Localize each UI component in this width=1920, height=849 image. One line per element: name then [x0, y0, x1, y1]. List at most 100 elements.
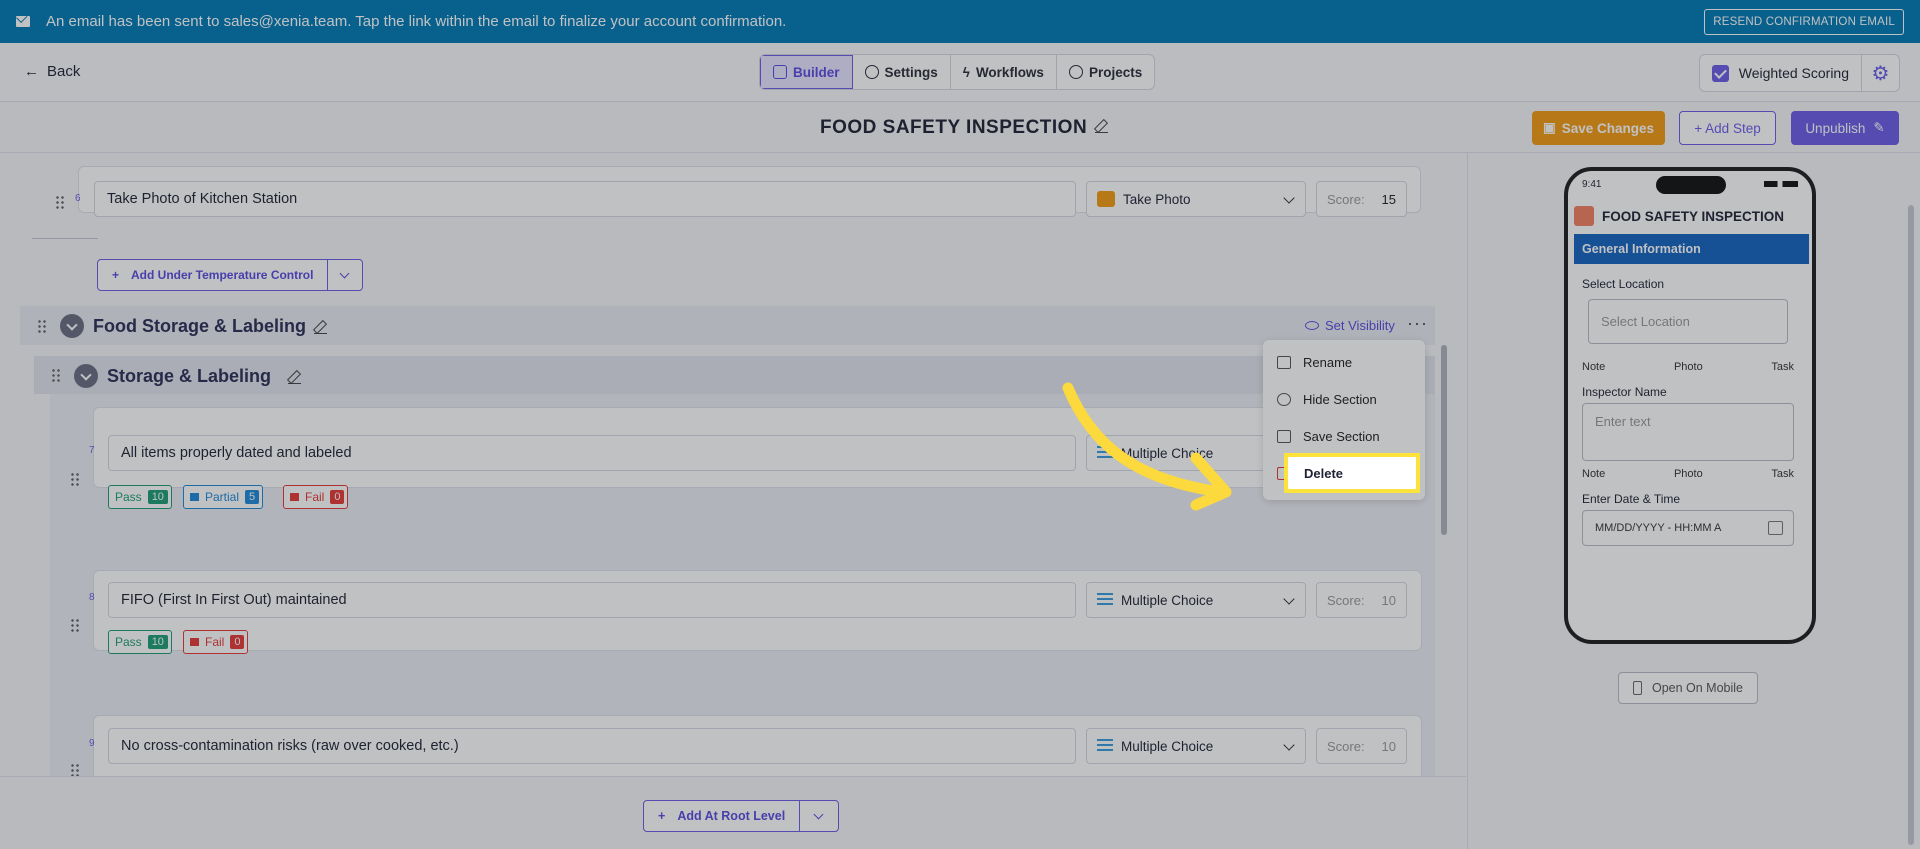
menu-item-rename[interactable]: Rename [1277, 355, 1352, 370]
note-action[interactable]: Note [1582, 468, 1605, 480]
inspector-name-field[interactable]: Enter text [1582, 403, 1794, 461]
more-options-icon[interactable]: ··· [1407, 313, 1428, 334]
question-input[interactable]: Take Photo of Kitchen Station [94, 181, 1076, 217]
menu-item-label: Hide Section [1303, 392, 1377, 407]
dynamic-island [1656, 176, 1726, 194]
score-label: Score: [1327, 191, 1365, 207]
task-action[interactable]: Task [1771, 468, 1794, 480]
unpublish-label: Unpublish [1805, 120, 1866, 136]
tab-label: Workflows [975, 64, 1044, 80]
add-under-button[interactable]: + Add Under Temperature Control [97, 259, 364, 291]
pencil-icon [1277, 356, 1291, 369]
back-button[interactable]: ← Back [24, 63, 80, 80]
weighted-scoring-label: Weighted Scoring [1738, 65, 1849, 81]
gear-icon [864, 65, 879, 79]
menu-item-label: Save Section [1303, 429, 1380, 444]
list-icon [1097, 593, 1113, 607]
tab-workflows[interactable]: ϟ Workflows [951, 55, 1057, 89]
section-title: Food Storage & Labeling [93, 316, 307, 336]
score-input[interactable]: Score: 10 [1316, 728, 1407, 764]
question-type-select[interactable]: Multiple Choice [1086, 728, 1306, 764]
photo-action[interactable]: Photo [1674, 468, 1703, 480]
scoring-settings-button[interactable]: ⚙ [1862, 54, 1900, 92]
score-input[interactable]: Score: 15 [1316, 181, 1407, 217]
score-value: 15 [1381, 191, 1396, 207]
chevron-down-icon[interactable] [328, 260, 362, 290]
question-type-select[interactable]: Multiple Choice [1086, 582, 1306, 618]
pencil-icon[interactable] [1095, 120, 1109, 133]
question-type-label: Multiple Choice [1121, 592, 1214, 608]
score-value: 10 [1381, 738, 1396, 754]
page-title: FOOD SAFETY INSPECTION [820, 117, 1109, 139]
option-score: 0 [330, 490, 345, 504]
flag-icon [190, 638, 199, 646]
mobile-preview-panel: 9:41 FOOD SAFETY INSPECTION General Info… [1467, 153, 1920, 849]
collapse-icon[interactable] [60, 314, 84, 338]
tab-projects[interactable]: Projects [1057, 55, 1154, 89]
back-label: Back [47, 63, 81, 80]
question-type-label: Take Photo [1123, 191, 1191, 207]
resend-confirmation-button[interactable]: RESEND CONFIRMATION EMAIL [1704, 9, 1904, 35]
drag-handle-icon[interactable] [37, 319, 47, 333]
task-action[interactable]: Task [1771, 361, 1794, 373]
preview-field-label: Inspector Name [1582, 385, 1667, 399]
option-chip-partial[interactable]: Partial 5 [183, 485, 264, 509]
question-number: 6 [75, 193, 81, 204]
menu-item-label: Rename [1303, 355, 1353, 370]
checkbox-checked-icon[interactable] [1711, 64, 1729, 82]
question-number: 7 [89, 445, 95, 456]
option-chip-pass[interactable]: Pass 10 [108, 485, 172, 509]
question-type-select[interactable]: Take Photo [1086, 181, 1306, 217]
open-on-mobile-button[interactable]: Open On Mobile [1618, 672, 1758, 704]
menu-item-save-section[interactable]: Save Section [1277, 429, 1380, 444]
phone-frame: 9:41 FOOD SAFETY INSPECTION General Info… [1564, 167, 1816, 644]
builder-scrollbar[interactable] [1441, 345, 1447, 535]
lightning-icon: ϟ [962, 64, 970, 80]
page-scrollbar[interactable] [1908, 205, 1914, 845]
date-placeholder: MM/DD/YYYY - HH:MM A [1595, 522, 1722, 534]
question-input[interactable]: FIFO (First In First Out) maintained [108, 582, 1076, 618]
drag-handle-icon[interactable] [55, 195, 65, 209]
collapse-icon[interactable] [74, 364, 98, 388]
open-mobile-label: Open On Mobile [1651, 681, 1744, 695]
pencil-icon[interactable] [314, 321, 327, 334]
calendar-icon [1768, 521, 1783, 535]
score-label: Score: [1327, 738, 1365, 754]
bottom-bar: + Add At Root Level [0, 776, 1466, 849]
unpublish-button[interactable]: Unpublish ✎ [1791, 111, 1899, 145]
drag-handle-icon[interactable] [70, 472, 80, 486]
floppy-icon: ▣ [1542, 120, 1556, 135]
select-location-field[interactable]: Select Location [1588, 299, 1788, 344]
date-time-field[interactable]: MM/DD/YYYY - HH:MM A [1582, 510, 1794, 546]
option-chip-fail[interactable]: Fail 0 [283, 485, 349, 509]
drag-handle-icon[interactable] [70, 763, 80, 776]
option-score: 10 [147, 635, 168, 649]
menu-item-delete[interactable]: Delete [1284, 453, 1420, 493]
weighted-scoring-toggle[interactable]: Weighted Scoring [1698, 54, 1862, 92]
option-label: Fail [305, 490, 325, 504]
tab-settings[interactable]: Settings [853, 55, 951, 89]
save-changes-button[interactable]: ▣ Save Changes [1532, 111, 1665, 145]
drag-handle-icon[interactable] [70, 618, 80, 632]
subsection-title: Storage & Labeling [107, 366, 272, 386]
tab-builder[interactable]: Builder [760, 55, 853, 89]
drag-handle-icon[interactable] [51, 368, 61, 382]
set-visibility-button[interactable]: Set Visibility [1305, 318, 1395, 333]
question-input[interactable]: No cross-contamination risks (raw over c… [108, 728, 1076, 764]
eye-icon [1305, 321, 1319, 330]
preview-title: FOOD SAFETY INSPECTION [1574, 206, 1784, 226]
question-input[interactable]: All items properly dated and labeled [108, 435, 1076, 471]
score-label: Score: [1327, 592, 1365, 608]
add-at-root-level-button[interactable]: + Add At Root Level [643, 800, 840, 832]
score-input[interactable]: Score: 10 [1316, 582, 1407, 618]
option-chip-fail[interactable]: Fail 0 [183, 630, 249, 654]
tab-label: Projects [1088, 64, 1143, 80]
menu-item-hide-section[interactable]: Hide Section [1277, 392, 1377, 407]
chevron-down-icon[interactable] [800, 801, 838, 831]
clock-icon [1068, 65, 1083, 79]
option-chip-pass[interactable]: Pass 10 [108, 630, 172, 654]
add-step-button[interactable]: + Add Step [1679, 111, 1776, 145]
photo-action[interactable]: Photo [1674, 361, 1703, 373]
note-action[interactable]: Note [1582, 361, 1605, 373]
pencil-icon[interactable] [288, 371, 301, 384]
